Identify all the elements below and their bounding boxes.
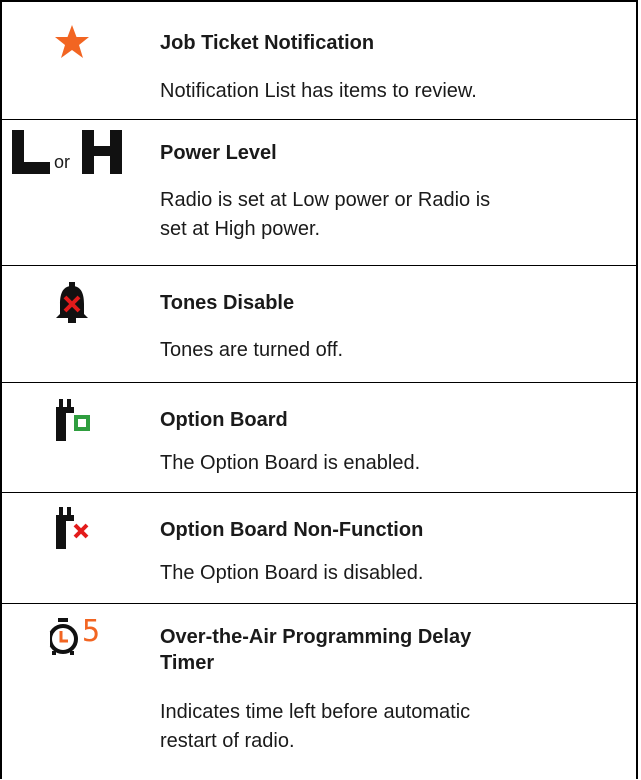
row-title: Option Board Non-Function <box>160 519 424 541</box>
table-row: or Power Level Radio is set at Low power… <box>2 119 636 265</box>
star-icon <box>54 24 90 65</box>
row-title: Tones Disable <box>160 292 295 314</box>
row-description: Indicates time left before automatic res… <box>160 701 471 752</box>
timer-digit: 5 <box>82 614 101 649</box>
low-power-icon <box>12 130 50 179</box>
table-row: Job Ticket Notification Notification Lis… <box>2 0 636 119</box>
table-row: 5 Over-the-Air Programming Delay Timer I… <box>2 603 636 780</box>
table-row: Tones Disable Tones are turned off. <box>2 265 636 382</box>
or-label: or <box>54 152 71 172</box>
row-title: Power Level <box>160 142 277 164</box>
row-title: Option Board <box>160 409 288 431</box>
table-row: Option Board The Option Board is enabled… <box>2 382 636 492</box>
row-description: The Option Board is enabled. <box>160 452 421 474</box>
table-row: Option Board Non-Function The Option Boa… <box>2 492 636 603</box>
row-description: Notification List has items to review. <box>160 80 477 102</box>
option-board-disabled-icon <box>56 507 90 554</box>
high-power-icon <box>82 130 122 179</box>
row-description: The Option Board is disabled. <box>160 562 424 584</box>
row-description: Radio is set at Low power or Radio is se… <box>160 189 491 240</box>
option-board-enabled-icon <box>56 399 90 446</box>
row-title: Over-the-Air Programming Delay Timer <box>160 626 472 674</box>
icon-table: Job Ticket Notification Notification Lis… <box>0 0 638 779</box>
row-description: Tones are turned off. <box>160 339 344 361</box>
row-title: Job Ticket Notification <box>160 32 375 54</box>
bell-x-icon <box>54 282 90 329</box>
